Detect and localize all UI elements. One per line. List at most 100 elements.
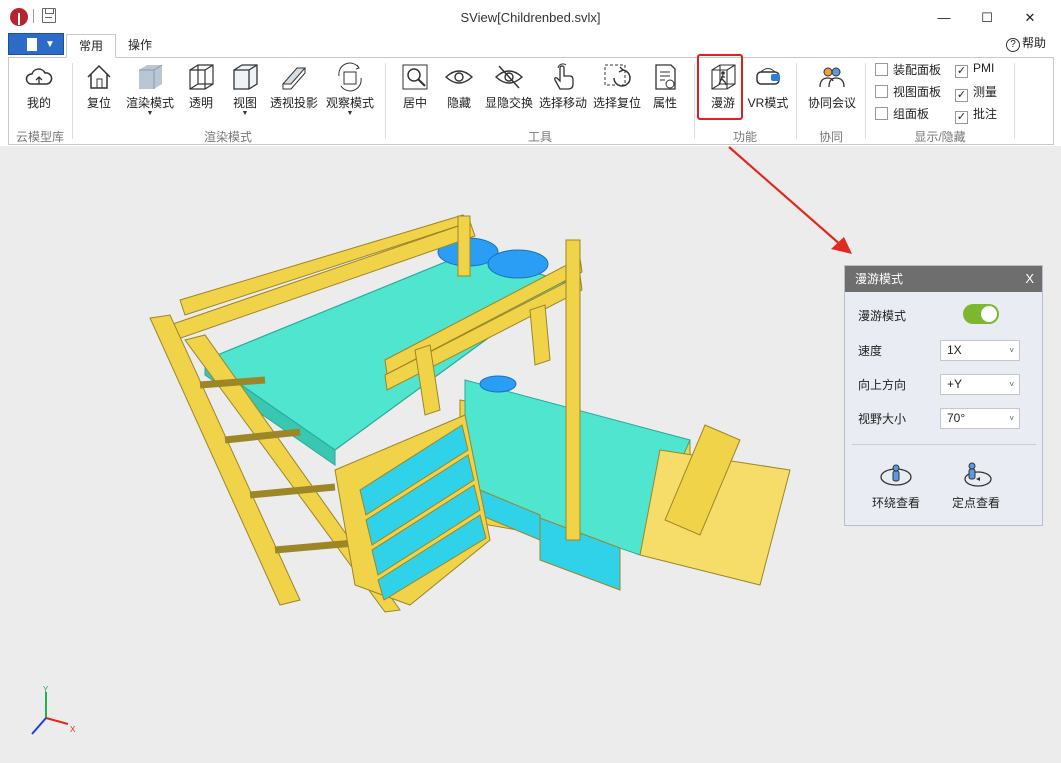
- pmi-checkbox[interactable]: PMI: [955, 61, 994, 78]
- file-menu-button[interactable]: ▼: [8, 33, 64, 55]
- dropdown-arrow-icon: ▼: [146, 110, 154, 117]
- group-label-cloud: 云模型库: [15, 130, 64, 144]
- view-panel-checkbox[interactable]: 视图面板: [875, 83, 941, 100]
- axis-y-label: Y: [43, 686, 49, 694]
- select-move-button[interactable]: 选择移动: [537, 62, 589, 111]
- toggle-visibility-label: 显隐交换: [484, 96, 533, 110]
- cloud-icon: [24, 62, 54, 92]
- measure-checkbox[interactable]: 测量: [955, 83, 997, 102]
- render-mode-button[interactable]: 渲染模式 ▼: [124, 62, 176, 117]
- perspective-button[interactable]: 透视投影: [268, 62, 320, 111]
- group-separator: [385, 63, 386, 139]
- group-label-tools: 工具: [527, 130, 552, 144]
- fixed-view-button[interactable]: 定点查看: [946, 462, 1006, 511]
- annotation-checkbox[interactable]: 批注: [955, 105, 997, 124]
- properties-button[interactable]: 属性: [645, 62, 685, 111]
- chevron-down-icon: ˅: [1009, 380, 1014, 389]
- fixed-view-icon: [958, 462, 994, 488]
- group-separator: [1014, 63, 1015, 139]
- hide-label: 隐藏: [446, 96, 471, 110]
- observe-mode-label: 观察模式: [325, 96, 374, 110]
- view-cube-icon: [230, 62, 260, 92]
- assembly-panel-checkbox[interactable]: 装配面板: [875, 61, 941, 78]
- vr-headset-icon: [753, 62, 783, 92]
- toggle-visibility-button[interactable]: 显隐交换: [483, 62, 535, 111]
- transparent-label: 透明: [188, 96, 213, 110]
- transparent-button[interactable]: 透明: [181, 62, 221, 111]
- title-bar: SView[Childrenbed.svlx] — ☐ ✕: [0, 0, 1061, 32]
- roam-mode-label: 漫游模式: [858, 309, 907, 323]
- dropdown-arrow-icon: ▼: [346, 110, 354, 117]
- fixed-view-label: 定点查看: [951, 496, 1000, 510]
- panel-divider: [852, 444, 1036, 445]
- tab-operation[interactable]: 操作: [116, 34, 164, 58]
- group-label-display: 显示/隐藏: [914, 130, 966, 144]
- chevron-down-icon: ˅: [1009, 414, 1014, 423]
- checkbox-label: 装配面板: [893, 63, 942, 77]
- shaded-cube-icon: [135, 62, 165, 92]
- mine-button[interactable]: 我的: [19, 62, 59, 111]
- roam-highlight-box: [697, 54, 743, 120]
- group-label-collab: 协同: [818, 130, 843, 144]
- fov-select[interactable]: 70° ˅: [940, 408, 1020, 429]
- select-reset-label: 选择复位: [592, 96, 641, 110]
- fov-value: 70°: [947, 411, 966, 425]
- group-label-function: 功能: [732, 130, 757, 144]
- roam-mode-toggle[interactable]: [963, 304, 999, 324]
- close-button[interactable]: ✕: [1020, 10, 1040, 26]
- reset-label: 复位: [86, 96, 111, 110]
- observe-mode-button[interactable]: 观察模式 ▼: [324, 62, 376, 117]
- center-label: 居中: [402, 96, 427, 110]
- fov-label: 视野大小: [858, 412, 907, 426]
- mine-label: 我的: [26, 96, 51, 110]
- checkbox-box: [875, 63, 888, 76]
- checkbox-label: PMI: [973, 61, 995, 75]
- view-button[interactable]: 视图 ▼: [225, 62, 265, 117]
- minimize-button[interactable]: —: [934, 10, 954, 26]
- axis-x-label: X: [70, 725, 76, 734]
- pillow-icon: [479, 375, 517, 393]
- panel-title: 漫游模式: [855, 272, 904, 286]
- select-move-label: 选择移动: [538, 96, 587, 110]
- hand-pointer-icon: [548, 62, 578, 92]
- checkbox-box: [955, 89, 968, 102]
- hide-button[interactable]: 隐藏: [439, 62, 479, 111]
- axis-triad: Y X: [31, 686, 76, 735]
- checkbox-label: 视图面板: [893, 85, 942, 99]
- checkbox-label: 批注: [973, 107, 998, 121]
- vr-mode-button[interactable]: VR模式: [746, 62, 790, 111]
- checkbox-box: [955, 111, 968, 124]
- select-reset-icon: [602, 62, 632, 92]
- up-direction-value: +Y: [947, 377, 963, 391]
- users-icon: [817, 62, 847, 92]
- zoom-center-icon: [400, 62, 430, 92]
- checkbox-label: 组面板: [893, 107, 930, 121]
- maximize-button[interactable]: ☐: [977, 10, 997, 26]
- group-label-render: 渲染模式: [203, 130, 252, 144]
- panel-close-button[interactable]: X: [1025, 266, 1034, 292]
- checkbox-label: 测量: [973, 85, 998, 99]
- meeting-label: 协同会议: [807, 96, 856, 110]
- view-label: 视图: [232, 96, 257, 110]
- panel-header: 漫游模式 X: [845, 266, 1042, 292]
- rotate-cube-icon: [335, 62, 365, 92]
- perspective-icon: [279, 62, 309, 92]
- meeting-button[interactable]: 协同会议: [804, 62, 860, 111]
- up-direction-select[interactable]: +Y ˅: [940, 374, 1020, 395]
- window-title: SView[Childrenbed.svlx]: [460, 10, 601, 25]
- ribbon-toolbar: 我的 云模型库 复位 渲染模式 ▼ 透明 视图 ▼ 透视投影 观察模式 ▼ 渲染…: [8, 57, 1054, 145]
- select-reset-button[interactable]: 选择复位: [591, 62, 643, 111]
- help-label: 帮助: [1022, 36, 1047, 50]
- speed-select[interactable]: 1X ˅: [940, 340, 1020, 361]
- checkbox-box: [955, 65, 968, 78]
- reset-button[interactable]: 复位: [79, 62, 119, 111]
- center-button[interactable]: 居中: [395, 62, 435, 111]
- vr-mode-label: VR模式: [747, 96, 789, 110]
- speed-value: 1X: [947, 343, 962, 357]
- tab-common[interactable]: 常用: [66, 34, 117, 58]
- help-button[interactable]: ? 帮助: [1006, 34, 1046, 52]
- chevron-down-icon: ▼: [45, 39, 55, 50]
- group-panel-checkbox[interactable]: 组面板: [875, 105, 929, 122]
- orbit-view-button[interactable]: 环绕查看: [866, 462, 926, 511]
- properties-label: 属性: [652, 96, 677, 110]
